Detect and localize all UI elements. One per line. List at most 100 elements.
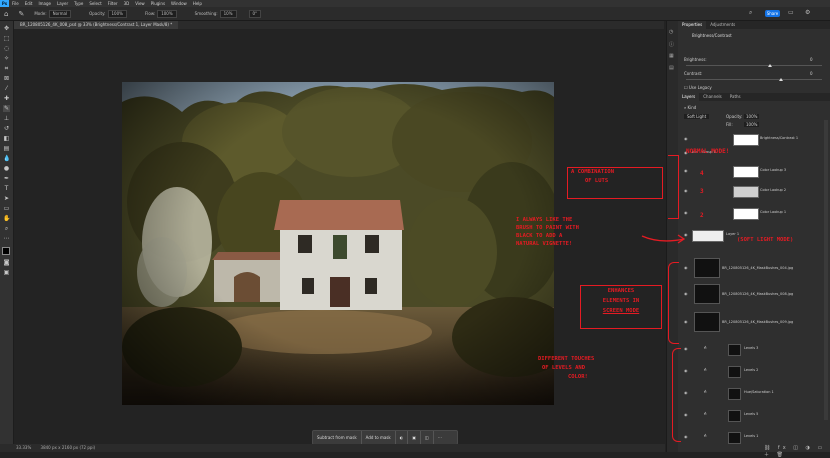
angle-control[interactable]: 0° — [247, 9, 262, 18]
zoom-level[interactable]: 33.33% — [16, 445, 31, 450]
path-select-icon[interactable]: ➤ — [3, 195, 10, 202]
lasso-tool-icon[interactable]: ◌ — [3, 45, 10, 52]
quick-select-tool-icon[interactable]: ✧ — [3, 55, 10, 62]
fill-icon[interactable]: ▣ — [408, 431, 421, 444]
layer-row[interactable]: ◉ BR_120805126_4K_MaskBushes_004.jpg — [678, 257, 824, 279]
document-image[interactable] — [122, 82, 554, 405]
more-options-icon[interactable]: ⋯ — [434, 431, 446, 444]
share-button[interactable]: Share — [765, 10, 780, 17]
tab-layers[interactable]: Layers — [678, 93, 700, 101]
shape-tool-icon[interactable]: ▭ — [3, 205, 10, 212]
move-tool-icon[interactable]: ✥ — [3, 25, 10, 32]
layer-mask-thumbnail[interactable] — [733, 166, 759, 178]
add-to-mask-button[interactable]: Add to mask — [362, 431, 396, 444]
screen-mode-icon[interactable]: ▣ — [3, 269, 10, 276]
visibility-eye-icon[interactable]: ◉ — [684, 319, 688, 324]
eyedropper-tool-icon[interactable]: ⁄ — [3, 85, 10, 92]
menu-filter[interactable]: Filter — [105, 1, 121, 6]
settings-icon[interactable]: ⚙ — [805, 10, 811, 16]
layer-mask-thumbnail[interactable] — [692, 230, 724, 242]
visibility-eye-icon[interactable]: ◉ — [684, 265, 688, 270]
frame-tool-icon[interactable]: ⊠ — [3, 75, 10, 82]
smoothing-control[interactable]: Smoothing: 10% — [195, 9, 237, 18]
layer-mask-thumbnail[interactable] — [728, 366, 741, 378]
layer-mask-thumbnail[interactable] — [733, 186, 759, 198]
home-icon[interactable]: ⌂ — [4, 10, 8, 18]
menu-help[interactable]: Help — [190, 1, 205, 6]
visibility-eye-icon[interactable]: ◉ — [684, 346, 688, 351]
contrast-slider[interactable] — [686, 79, 822, 80]
angle-input[interactable]: 0° — [248, 9, 262, 18]
menu-plugins[interactable]: Plugins — [148, 1, 168, 6]
quick-mask-icon[interactable]: ◙ — [3, 259, 10, 266]
menu-layer[interactable]: Layer — [54, 1, 71, 6]
menu-type[interactable]: Type — [71, 1, 86, 6]
visibility-eye-icon[interactable]: ◉ — [684, 368, 688, 373]
tab-paths[interactable]: Paths — [726, 93, 745, 101]
mask-icon[interactable]: ◫ — [421, 431, 434, 444]
menu-window[interactable]: Window — [168, 1, 190, 6]
menu-edit[interactable]: Edit — [22, 1, 36, 6]
visibility-eye-icon[interactable]: ◉ — [684, 412, 688, 417]
flow-control[interactable]: Flow: 100% — [145, 9, 177, 18]
menu-file[interactable]: File — [9, 1, 22, 6]
workspace-icon[interactable]: ▭ — [788, 10, 794, 16]
foreground-color-swatch[interactable] — [2, 247, 10, 255]
menu-select[interactable]: Select — [86, 1, 104, 6]
brightness-value[interactable]: 0 — [810, 57, 813, 62]
contrast-slider-thumb[interactable] — [779, 78, 784, 81]
layer-row[interactable]: ◉ ◭ Levels 3 — [678, 343, 824, 356]
tab-adjustments[interactable]: Adjustments — [706, 21, 739, 29]
layer-row[interactable]: ◉ ◭ Levels 1 — [678, 431, 824, 444]
mode-control[interactable]: Mode: Normal — [34, 9, 72, 18]
visibility-eye-icon[interactable]: ◉ — [684, 434, 688, 439]
info-icon[interactable]: ⓘ — [669, 41, 674, 48]
more-tools-icon[interactable]: ⋯ — [3, 235, 10, 242]
layer-mask-thumbnail[interactable] — [733, 134, 759, 146]
layer-row[interactable]: ◉ ◭ Levels 5 — [678, 409, 824, 422]
layer-row[interactable]: ◉ ◭ Hue/Saturation 1 — [678, 387, 824, 400]
layer-thumbnail[interactable] — [694, 284, 720, 304]
pen-tool-icon[interactable]: ✒ — [3, 175, 10, 182]
flow-input[interactable]: 100% — [157, 9, 177, 18]
visibility-eye-icon[interactable]: ◉ — [684, 291, 688, 296]
invert-icon[interactable]: ◐ — [396, 431, 409, 444]
layer-mask-thumbnail[interactable] — [728, 432, 741, 444]
layer-thumbnail[interactable] — [694, 312, 720, 332]
visibility-eye-icon[interactable]: ◉ — [684, 210, 688, 215]
layer-mask-thumbnail[interactable] — [728, 410, 741, 422]
eraser-tool-icon[interactable]: ◧ — [3, 135, 10, 142]
layer-row[interactable]: ◉ BR_120805126_4K_MaskBushes_008.jpg — [678, 283, 824, 305]
tab-channels[interactable]: Channels — [699, 93, 726, 101]
opacity-input[interactable]: 100% — [107, 9, 127, 18]
contrast-value[interactable]: 0 — [810, 71, 813, 76]
layer-row[interactable]: ◉ ◭ Levels 2 — [678, 365, 824, 378]
use-legacy-checkbox[interactable]: ☐ Use Legacy — [684, 85, 712, 90]
smoothing-input[interactable]: 10% — [219, 9, 237, 18]
opacity-control[interactable]: Opacity: 100% — [89, 9, 127, 18]
visibility-eye-icon[interactable]: ◉ — [684, 390, 688, 395]
brightness-slider-thumb[interactable] — [768, 64, 773, 67]
history-brush-icon[interactable]: ↺ — [3, 125, 10, 132]
mode-select[interactable]: Normal — [48, 9, 72, 18]
search-icon[interactable]: ⌕ — [749, 10, 755, 16]
tab-properties[interactable]: Properties — [678, 21, 707, 29]
layers-scrollbar[interactable] — [824, 120, 828, 420]
brush-tool-icon[interactable]: ✎ — [18, 10, 24, 18]
visibility-eye-icon[interactable]: ◉ — [684, 168, 688, 173]
zoom-tool-icon[interactable]: ⌕ — [3, 225, 10, 232]
layer-filter-kind[interactable]: ⌕ Kind — [684, 105, 696, 110]
layer-mask-thumbnail[interactable] — [728, 388, 741, 400]
history-icon[interactable]: ◷ — [669, 29, 673, 35]
healing-brush-icon[interactable]: ✚ — [3, 95, 10, 102]
visibility-eye-icon[interactable]: ◉ — [684, 136, 688, 141]
clone-stamp-icon[interactable]: ⊥ — [3, 115, 10, 122]
hand-tool-icon[interactable]: ✋ — [3, 215, 10, 222]
menu-3d[interactable]: 3D — [121, 1, 133, 6]
crop-tool-icon[interactable]: ⌗ — [3, 65, 10, 72]
gradient-tool-icon[interactable]: ▤ — [3, 145, 10, 152]
menu-image[interactable]: Image — [35, 1, 54, 6]
brightness-slider[interactable] — [686, 65, 822, 66]
layer-thumbnail[interactable] — [694, 258, 720, 278]
layer-mask-thumbnail[interactable] — [733, 208, 759, 220]
